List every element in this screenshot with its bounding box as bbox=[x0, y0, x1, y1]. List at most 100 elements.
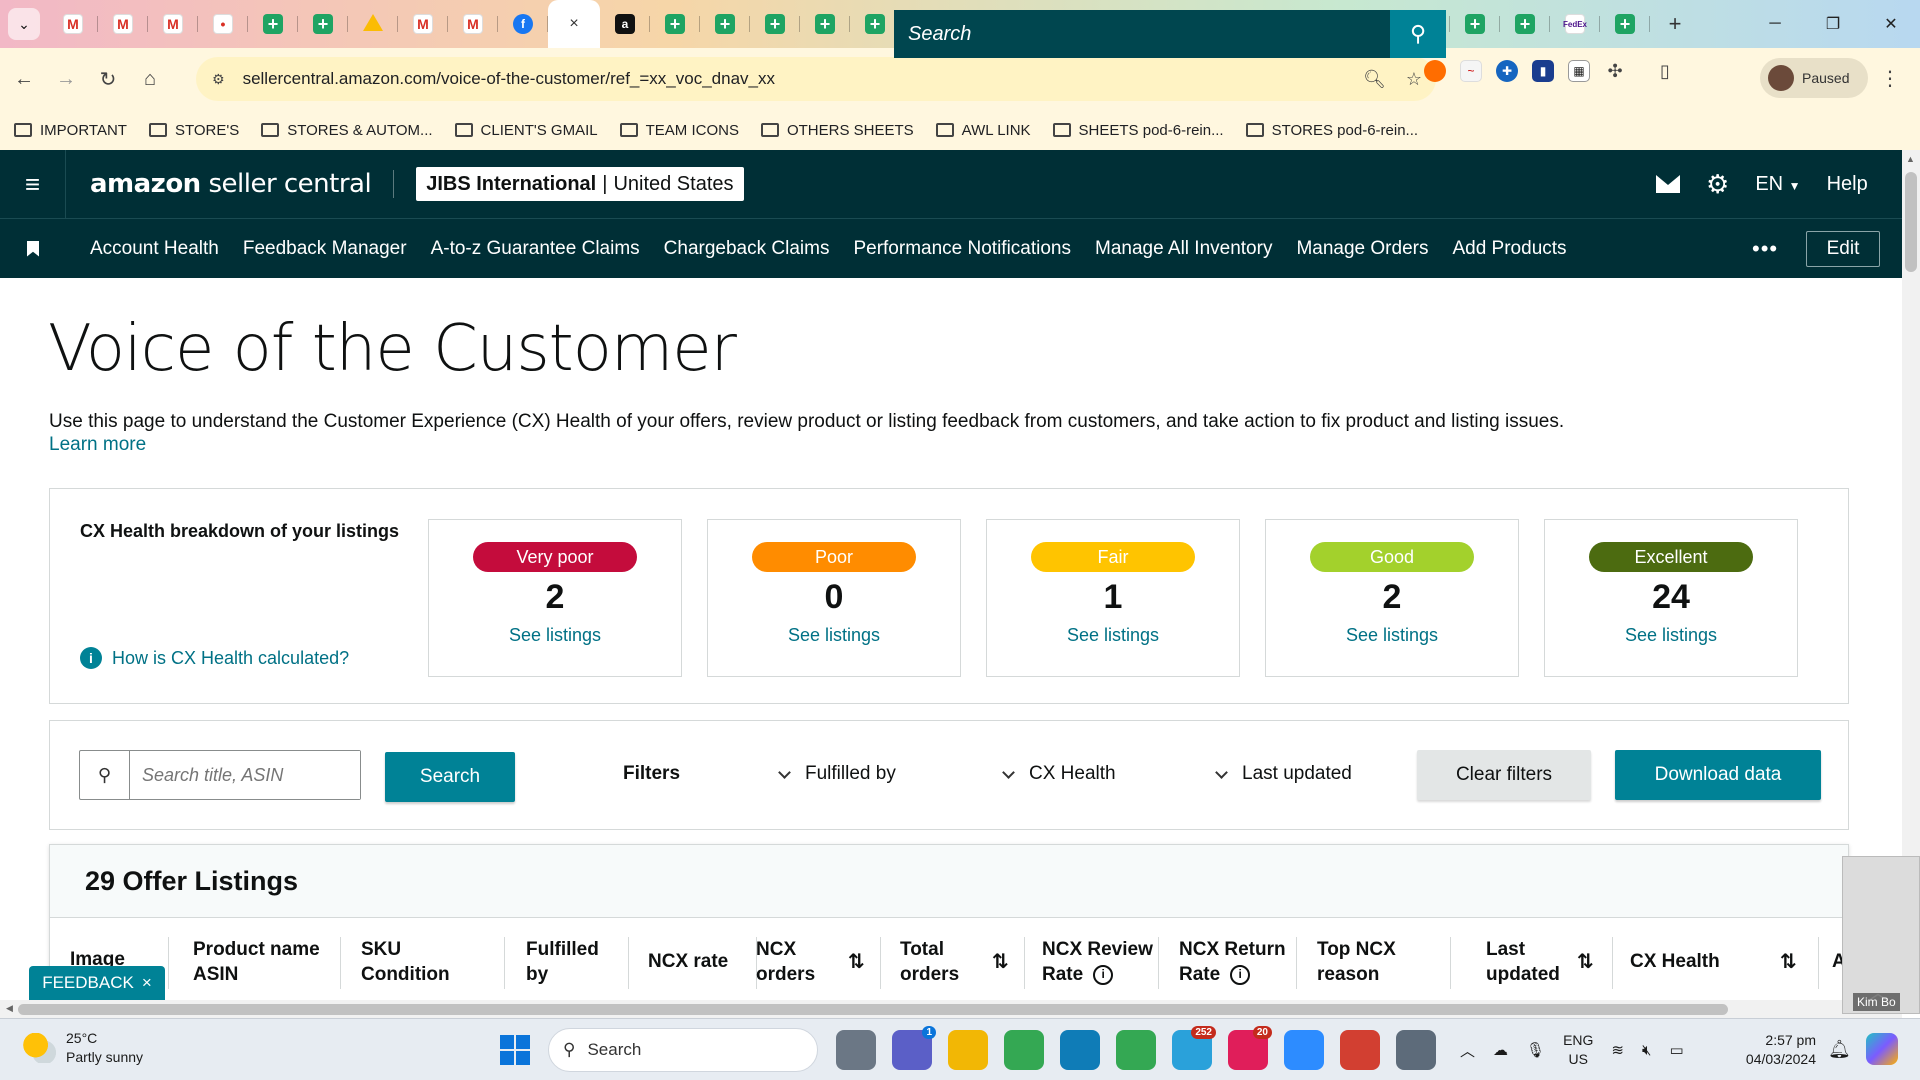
browser-tab-active[interactable]: × bbox=[548, 0, 600, 48]
clear-filters-button[interactable]: Clear filters bbox=[1417, 750, 1591, 800]
language-indicator[interactable]: ENG US bbox=[1563, 1031, 1593, 1069]
browser-tab[interactable]: FedEx bbox=[1550, 0, 1600, 48]
home-button[interactable]: ⌂ bbox=[132, 61, 168, 97]
tab-search-button[interactable]: ⌄ bbox=[8, 8, 40, 40]
nav-item-a-to-z-guarantee-claims[interactable]: A-to-z Guarantee Claims bbox=[431, 238, 640, 260]
extension-blue-icon[interactable]: ✚ bbox=[1496, 60, 1518, 82]
nav-item-feedback-manager[interactable]: Feedback Manager bbox=[243, 238, 407, 260]
seller-search-button[interactable]: ⚲ bbox=[1390, 10, 1446, 58]
browser-tab[interactable]: + bbox=[750, 0, 800, 48]
browser-tab[interactable]: M bbox=[48, 0, 98, 48]
copilot-icon[interactable] bbox=[1866, 1033, 1898, 1065]
see-listings-link[interactable]: See listings bbox=[1266, 625, 1518, 646]
chevron-up-icon[interactable]: ︿ bbox=[1460, 1040, 1475, 1061]
nav-item-manage-orders[interactable]: Manage Orders bbox=[1296, 238, 1428, 260]
browser-tab[interactable]: • bbox=[198, 0, 248, 48]
extension-qr-icon[interactable]: ▦ bbox=[1568, 60, 1590, 82]
sort-icon[interactable]: ⇅ bbox=[992, 949, 1009, 974]
browser-tab[interactable]: + bbox=[298, 0, 348, 48]
browser-tab[interactable]: M bbox=[148, 0, 198, 48]
learn-more-link[interactable]: Learn more bbox=[49, 434, 146, 456]
scrollbar-thumb[interactable] bbox=[1905, 172, 1917, 272]
bookmark-folder[interactable]: STORE'S bbox=[148, 122, 239, 139]
chat-widget[interactable]: ︿ Kim Bo bbox=[1842, 856, 1920, 1014]
gear-icon[interactable]: ⚙ bbox=[1706, 169, 1729, 200]
file-explorer-icon[interactable] bbox=[948, 1030, 988, 1070]
bookmark-folder[interactable]: OTHERS SHEETS bbox=[760, 122, 914, 139]
scroll-up-icon[interactable]: ▲ bbox=[1906, 154, 1915, 164]
info-icon[interactable]: i bbox=[1230, 964, 1251, 985]
wifi-icon[interactable]: ≋ bbox=[1611, 1041, 1624, 1059]
browser-menu-icon[interactable]: ⋮ bbox=[1880, 66, 1900, 91]
forward-button[interactable]: → bbox=[48, 61, 84, 97]
url-text[interactable]: sellercentral.amazon.com/voice-of-the-cu… bbox=[243, 69, 775, 89]
extensions-puzzle-icon[interactable]: ✣ bbox=[1604, 60, 1626, 82]
volume-muted-icon[interactable]: 🔇︎ bbox=[1642, 1042, 1651, 1059]
browser-tab[interactable]: M bbox=[448, 0, 498, 48]
chrome-icon[interactable] bbox=[1116, 1030, 1156, 1070]
reload-button[interactable]: ↻ bbox=[90, 61, 126, 97]
telegram-icon[interactable]: 252 bbox=[1172, 1026, 1216, 1070]
scroll-left-icon[interactable]: ◀ bbox=[6, 1003, 13, 1014]
close-window-button[interactable]: ✕ bbox=[1862, 0, 1920, 48]
windows-start-icon[interactable] bbox=[500, 1035, 530, 1065]
nav-item-account-health[interactable]: Account Health bbox=[90, 238, 219, 260]
see-listings-link[interactable]: See listings bbox=[708, 625, 960, 646]
site-info-icon[interactable]: ⚙ bbox=[212, 71, 225, 88]
cx-health-help-link[interactable]: i How is CX Health calculated? bbox=[80, 647, 349, 669]
zoom-icon[interactable] bbox=[1284, 1030, 1324, 1070]
close-icon[interactable]: × bbox=[569, 15, 578, 33]
bookmark-folder[interactable]: TEAM ICONS bbox=[619, 122, 739, 139]
side-panel-icon[interactable]: ▯ bbox=[1654, 60, 1676, 82]
taskbar-clock[interactable]: 2:57 pm 04/03/2024 bbox=[1740, 1031, 1816, 1069]
browser-tab[interactable]: M bbox=[398, 0, 448, 48]
column-ncx-orders[interactable]: NCX orders bbox=[756, 937, 815, 987]
sort-icon[interactable]: ⇅ bbox=[1780, 949, 1797, 974]
new-tab-button[interactable]: + bbox=[1660, 9, 1690, 39]
nav-edit-button[interactable]: Edit bbox=[1806, 231, 1880, 267]
profile-button[interactable]: Paused bbox=[1760, 58, 1868, 98]
browser-tab[interactable]: + bbox=[1600, 0, 1650, 48]
bookmark-folder[interactable]: AWL LINK bbox=[935, 122, 1031, 139]
hamburger-menu-icon[interactable]: ≡ bbox=[0, 150, 66, 218]
sort-icon[interactable]: ⇅ bbox=[1577, 949, 1594, 974]
browser-tab[interactable]: f bbox=[498, 0, 548, 48]
task-view-icon[interactable] bbox=[836, 1030, 876, 1070]
browser-tab[interactable]: a bbox=[600, 0, 650, 48]
bookmark-icon[interactable] bbox=[0, 240, 66, 257]
account-switcher[interactable]: JIBS International | United States bbox=[416, 167, 744, 201]
see-listings-link[interactable]: See listings bbox=[429, 625, 681, 646]
bookmark-folder[interactable]: IMPORTANT bbox=[14, 122, 127, 139]
bookmark-folder[interactable]: CLIENT'S GMAIL bbox=[454, 122, 598, 139]
browser-tab[interactable]: M bbox=[98, 0, 148, 48]
bookmark-folder[interactable]: SHEETS pod-6-rein... bbox=[1052, 122, 1224, 139]
extension-redhat-icon[interactable]: ~ bbox=[1460, 60, 1482, 82]
help-link[interactable]: Help bbox=[1827, 173, 1868, 196]
teams-icon[interactable]: 1 bbox=[892, 1026, 936, 1070]
onedrive-icon[interactable]: ☁ bbox=[1493, 1041, 1508, 1059]
column-last-updated[interactable]: Last updated bbox=[1486, 937, 1560, 987]
nav-item-performance-notifications[interactable]: Performance Notifications bbox=[853, 238, 1071, 260]
column-total-orders[interactable]: Total orders bbox=[900, 937, 959, 987]
language-selector[interactable]: EN ▼ bbox=[1755, 173, 1800, 196]
bookmark-folder[interactable]: STORES pod-6-rein... bbox=[1245, 122, 1418, 139]
microphone-icon[interactable]: 🎙︎ bbox=[1526, 1041, 1545, 1059]
edge-icon[interactable] bbox=[1060, 1030, 1100, 1070]
horizontal-scrollbar[interactable]: ◀ bbox=[0, 1000, 1902, 1018]
extension-chart-icon[interactable]: ▮ bbox=[1532, 60, 1554, 82]
bookmark-star-icon[interactable]: ☆ bbox=[1406, 69, 1422, 90]
download-data-button[interactable]: Download data bbox=[1615, 750, 1821, 800]
notification-bell-icon[interactable]: 🔔︎ bbox=[1828, 1039, 1851, 1060]
calculator-icon[interactable] bbox=[1396, 1030, 1436, 1070]
weather-widget[interactable]: 25°C Partly sunny bbox=[22, 1029, 143, 1067]
browser-tab[interactable] bbox=[348, 0, 398, 48]
close-icon[interactable]: × bbox=[142, 973, 152, 993]
sort-icon[interactable]: ⇅ bbox=[848, 949, 865, 974]
cx-health-dropdown[interactable]: CX Health bbox=[1002, 763, 1116, 785]
nav-more-button[interactable]: ••• bbox=[1752, 236, 1778, 262]
browser-tab[interactable]: + bbox=[700, 0, 750, 48]
mail-icon[interactable] bbox=[1656, 175, 1680, 193]
browser-tab[interactable]: + bbox=[800, 0, 850, 48]
info-icon[interactable]: i bbox=[1093, 964, 1114, 985]
column-cx-health[interactable]: CX Health bbox=[1630, 949, 1720, 974]
